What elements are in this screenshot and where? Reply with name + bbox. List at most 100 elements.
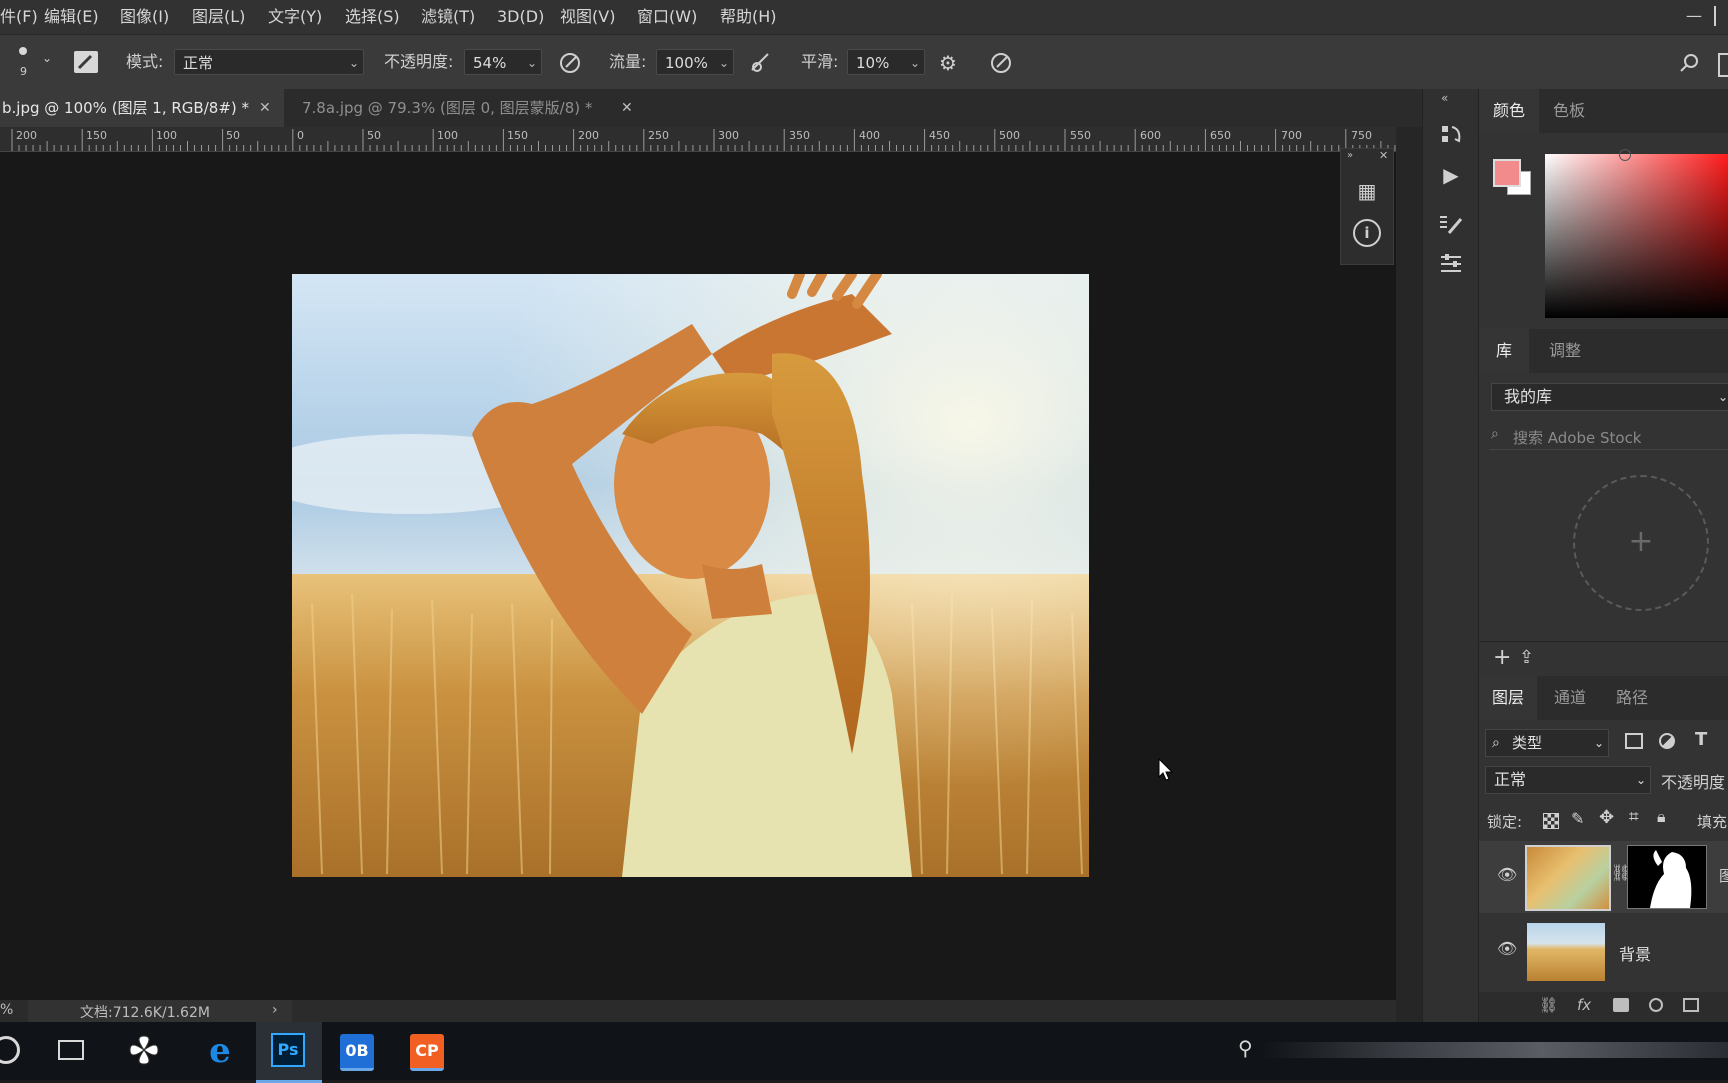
tab-libraries[interactable]: 库 <box>1479 329 1529 373</box>
layer-row[interactable]: 👁︎ 背景 <box>1479 915 1728 987</box>
tab-document-2[interactable]: 7.8a.jpg @ 79.3% (图层 0, 图层蒙版/8) * ✕ <box>288 89 648 127</box>
doc-info-field[interactable]: 文档:712.6K/1.62M › <box>28 1000 292 1022</box>
ruler-label: 500 <box>999 129 1020 142</box>
workspace-icon[interactable] <box>1718 53 1728 77</box>
opacity-field[interactable]: 54% ⌄ <box>464 49 542 75</box>
lock-transparency-icon[interactable] <box>1543 813 1559 829</box>
color-picker-field[interactable] <box>1545 149 1728 318</box>
lock-all-icon[interactable]: 🔒︎ <box>1657 807 1666 827</box>
add-library-item-icon[interactable]: + <box>1573 475 1709 611</box>
smoothing-field[interactable]: 10% ⌄ <box>847 49 925 75</box>
adjustment-layer-filter-icon[interactable] <box>1659 733 1675 749</box>
history-icon[interactable] <box>1437 121 1465 149</box>
flow-field[interactable]: 100% ⌄ <box>656 49 734 75</box>
tab-swatches[interactable]: 色板 <box>1553 89 1585 133</box>
cp-app-icon[interactable]: CP <box>410 1034 444 1071</box>
play-icon[interactable]: ▶ <box>1437 161 1465 189</box>
gear-icon[interactable]: ⚙ <box>935 50 961 76</box>
image-layer-filter-icon[interactable] <box>1625 733 1643 749</box>
layer-thumbnail[interactable] <box>1525 845 1611 911</box>
chevron-down-icon[interactable]: ⌄ <box>42 51 52 65</box>
ruler-label: 150 <box>86 129 107 142</box>
people-icon[interactable]: ⚲ <box>1238 1036 1253 1060</box>
mode-dropdown[interactable]: 正常 ⌄ <box>174 49 364 75</box>
menu-type[interactable]: 文字(Y) <box>268 0 322 34</box>
zoom-level[interactable]: % <box>0 1002 13 1018</box>
vertical-scrollbar[interactable] <box>1396 127 1422 1022</box>
menu-view[interactable]: 视图(V) <box>560 0 615 34</box>
edge-browser-icon[interactable]: e <box>198 1029 242 1073</box>
eye-icon[interactable]: 👁︎ <box>1497 939 1517 958</box>
layer-mask-thumbnail[interactable] <box>1627 845 1707 909</box>
airbrush-icon[interactable] <box>748 50 774 76</box>
menu-3d[interactable]: 3D(D) <box>497 0 544 34</box>
new-group-icon[interactable] <box>1683 998 1699 1012</box>
close-icon[interactable]: ✕ <box>1379 149 1388 162</box>
ruler-label: 100 <box>437 129 458 142</box>
collapse-panels-icon[interactable]: « <box>1441 91 1448 105</box>
layer-opacity-label: 不透明度 <box>1661 773 1726 792</box>
ruler-label: 550 <box>1070 129 1091 142</box>
pressure-opacity-icon[interactable] <box>557 50 583 76</box>
taskbar-ps-active[interactable]: Ps <box>256 1022 322 1083</box>
brush-presets-icon[interactable] <box>1437 211 1465 239</box>
layer-name[interactable]: 背景 <box>1619 941 1651 965</box>
expand-panels-icon[interactable]: » <box>1347 150 1353 161</box>
menu-window[interactable]: 窗口(W) <box>637 0 697 34</box>
menu-edit[interactable]: 编辑(E) <box>44 0 99 34</box>
ob-app-icon[interactable]: 0B <box>340 1034 374 1071</box>
layer-style-icon[interactable]: fx <box>1577 996 1591 1014</box>
search-icon[interactable] <box>1676 50 1702 76</box>
type-layer-filter-icon[interactable]: T <box>1695 729 1707 750</box>
tab-color[interactable]: 颜色 <box>1479 89 1539 133</box>
menu-help[interactable]: 帮助(H) <box>720 0 777 34</box>
upload-icon[interactable]: ⇪ <box>1519 647 1534 668</box>
color-picker-handle[interactable] <box>1619 149 1631 161</box>
lock-artboard-icon[interactable]: ⌗ <box>1629 807 1639 827</box>
library-select[interactable]: 我的库 ⌄ <box>1491 383 1728 411</box>
3d-panel-icon[interactable]: ▦ <box>1353 179 1381 207</box>
lock-pixels-icon[interactable]: ✎ <box>1571 809 1584 828</box>
tab-layers[interactable]: 图层 <box>1479 676 1537 720</box>
menu-image[interactable]: 图像(I) <box>120 0 169 34</box>
task-view-icon[interactable] <box>58 1040 84 1060</box>
tab-adjustments[interactable]: 调整 <box>1549 329 1581 373</box>
layer-name[interactable]: 图 <box>1719 865 1728 886</box>
horizontal-ruler: 200 150 100 50 0 50 100 150 200 250 300 … <box>0 127 1396 152</box>
add-mask-icon[interactable] <box>1613 998 1629 1012</box>
blend-mode-select[interactable]: 正常 ⌄ <box>1485 766 1651 794</box>
pinwheel-app-icon[interactable] <box>128 1034 160 1066</box>
new-adjustment-icon[interactable] <box>1649 998 1663 1012</box>
stock-search-field[interactable]: ⌕ 搜索 Adobe Stock <box>1489 423 1728 450</box>
maximize-icon[interactable] <box>1714 6 1728 26</box>
document-image[interactable] <box>292 274 1089 877</box>
canvas-area[interactable]: » ✕ ▦ i <box>0 148 1396 1000</box>
menu-select[interactable]: 选择(S) <box>345 0 400 34</box>
tab-channels[interactable]: 通道 <box>1554 676 1586 720</box>
chevron-right-icon[interactable]: › <box>272 1002 278 1018</box>
pressure-size-icon[interactable] <box>988 50 1014 76</box>
layer-row-selected[interactable]: 👁︎ ⛓︎ 图 <box>1479 841 1728 913</box>
add-icon[interactable]: + <box>1493 645 1511 670</box>
tab-paths[interactable]: 路径 <box>1616 676 1648 720</box>
cortana-icon[interactable] <box>0 1036 20 1064</box>
library-name: 我的库 <box>1504 387 1553 406</box>
flow-value: 100% <box>665 54 708 72</box>
tab-document-1[interactable]: b.jpg @ 100% (图层 1, RGB/8#) * ✕ <box>0 89 284 127</box>
close-icon[interactable]: ✕ <box>259 89 271 127</box>
layer-filter-select[interactable]: ⌕ 类型 ⌄ <box>1485 729 1609 757</box>
brush-preset-picker[interactable]: 9 <box>14 45 32 81</box>
menu-file[interactable]: 件(F) <box>0 0 38 34</box>
foreground-color-swatch[interactable] <box>1493 159 1521 187</box>
menu-filter[interactable]: 滤镜(T) <box>421 0 475 34</box>
layer-thumbnail[interactable] <box>1527 923 1605 981</box>
close-icon[interactable]: ✕ <box>621 89 633 127</box>
lock-position-icon[interactable]: ✥ <box>1599 807 1614 828</box>
minimize-icon[interactable]: — <box>1686 6 1702 26</box>
info-icon[interactable]: i <box>1353 219 1381 247</box>
eye-icon[interactable]: 👁︎ <box>1497 865 1517 884</box>
link-layers-icon[interactable]: ⛓︎ <box>1539 996 1558 1014</box>
properties-icon[interactable] <box>1437 249 1465 277</box>
brush-settings-panel-icon[interactable] <box>74 51 98 73</box>
menu-layer[interactable]: 图层(L) <box>192 0 245 34</box>
